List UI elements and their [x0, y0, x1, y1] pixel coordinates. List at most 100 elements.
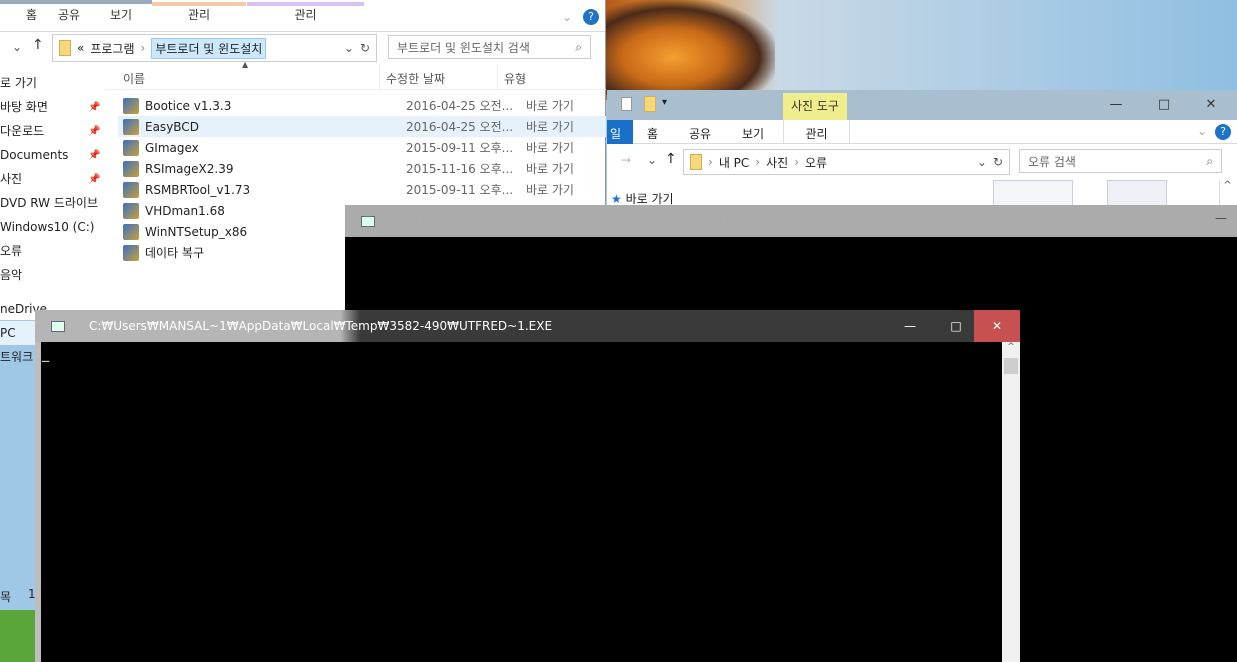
file-name: RSMBRTool_v1.73: [145, 182, 251, 197]
console-icon: [51, 320, 65, 332]
close-button[interactable]: ✕: [974, 310, 1020, 342]
maximize-button[interactable]: □: [1142, 90, 1186, 120]
refresh-icon[interactable]: ↻: [360, 41, 370, 55]
star-icon: ★: [611, 192, 622, 206]
tab-share[interactable]: 공유: [40, 6, 98, 31]
address-dropdown-icon[interactable]: ⌄: [977, 155, 987, 169]
nav-quick-access[interactable]: 로 가기: [0, 71, 105, 95]
folder-icon: [59, 40, 71, 56]
file-row[interactable]: RSImageX2.39 2015-11-16 오후... 바로 가기: [118, 158, 606, 179]
shortcut-icon: [123, 160, 139, 177]
search-box[interactable]: 부트로더 및 윈도설치 검색 ⌕: [388, 35, 591, 59]
search-placeholder: 부트로더 및 윈도설치 검색: [397, 40, 530, 55]
desktop-wallpaper-grass: [0, 610, 35, 662]
breadcrumb-current[interactable]: 부트로더 및 윈도설치: [151, 37, 267, 59]
console-cursor: _: [42, 348, 50, 362]
close-button[interactable]: ✕: [1189, 90, 1233, 120]
search-icon: ⌕: [575, 39, 582, 54]
up-arrow-icon[interactable]: ↑: [665, 151, 677, 167]
file-type: 바로 가기: [526, 162, 574, 176]
shortcut-icon: [123, 118, 139, 135]
file-date: 2015-09-11 오후...: [406, 141, 514, 155]
minimize-button[interactable]: —: [887, 310, 933, 342]
search-icon: ⌕: [1206, 153, 1213, 168]
file-date: 2016-04-25 오전...: [406, 99, 514, 113]
file-date: 2015-11-16 오후...: [406, 162, 514, 176]
column-headers: 이름 ▲ 수정한 날짜 유형: [105, 60, 606, 90]
pin-icon: 📌: [88, 150, 101, 161]
shortcut-icon: [123, 244, 139, 261]
shortcut-icon: [123, 223, 139, 240]
maximize-button[interactable]: □: [933, 310, 979, 342]
help-icon[interactable]: ?: [583, 9, 599, 25]
tab-share[interactable]: 공유: [689, 125, 711, 142]
file-date: 2016-04-25 오전...: [406, 120, 514, 134]
file-name: RSImageX2.39: [145, 161, 234, 176]
file-type: 바로 가기: [526, 141, 574, 155]
console-window-front: C:₩Users₩MANSAL~1₩AppData₩Local₩Temp₩358…: [35, 310, 1020, 662]
column-name[interactable]: 이름: [123, 70, 145, 87]
ribbon-expand-icon[interactable]: ⌄: [562, 10, 572, 24]
tab-manage-shortcut[interactable]: 관리: [152, 2, 246, 31]
minimize-button[interactable]: —: [1215, 211, 1227, 225]
breadcrumb-overflow[interactable]: «: [77, 41, 84, 55]
quick-access-dropdown-icon[interactable]: ▾: [662, 97, 667, 108]
nav-music[interactable]: 음악: [0, 263, 105, 287]
address-bar[interactable]: « 프로그램 › 부트로더 및 윈도설치 ⌄ ↻: [52, 34, 377, 62]
address-bar[interactable]: › 내 PC › 사진 › 오류 ⌄ ↻: [683, 149, 1010, 175]
tab-view[interactable]: 보기: [742, 125, 764, 142]
breadcrumb-pictures[interactable]: 사진: [766, 154, 788, 171]
breadcrumb-this-pc[interactable]: 내 PC: [719, 154, 749, 171]
shortcut-icon: [123, 181, 139, 198]
up-arrow-icon[interactable]: ↑: [32, 37, 44, 53]
file-date: 2015-09-11 오후...: [406, 183, 514, 197]
nav-error[interactable]: 오류: [0, 239, 105, 263]
scroll-up-icon[interactable]: ^: [1002, 342, 1020, 358]
pin-icon: 📌: [88, 102, 101, 113]
file-type: 바로 가기: [526, 99, 574, 113]
tab-home[interactable]: 홈: [647, 125, 658, 142]
forward-arrow-icon[interactable]: →: [621, 153, 631, 167]
recent-dropdown-icon[interactable]: ⌄: [647, 153, 657, 167]
column-type[interactable]: 유형: [497, 64, 532, 90]
breadcrumb-error[interactable]: 오류: [805, 154, 827, 171]
vertical-scrollbar[interactable]: ^: [1002, 342, 1020, 662]
file-row[interactable]: EasyBCD 2016-04-25 오전... 바로 가기: [118, 116, 606, 137]
file-name: Bootice v1.3.3: [145, 98, 232, 113]
column-date[interactable]: 수정한 날짜: [379, 64, 451, 90]
file-name: EasyBCD: [145, 119, 199, 134]
nav-c-drive[interactable]: Windows10 (C:): [0, 215, 105, 239]
tab-view[interactable]: 보기: [92, 6, 150, 31]
folder-icon[interactable]: [644, 96, 656, 115]
status-items-label: 목: [0, 590, 12, 604]
file-row[interactable]: GImagex 2015-09-11 오후... 바로 가기: [118, 137, 606, 158]
refresh-icon[interactable]: ↻: [993, 155, 1003, 169]
folder-icon: [690, 154, 702, 170]
address-dropdown-icon[interactable]: ⌄: [344, 41, 354, 55]
minimize-button[interactable]: —: [1094, 90, 1138, 120]
tab-manage[interactable]: 관리: [783, 120, 850, 144]
breadcrumb-programs[interactable]: 프로그램: [90, 40, 134, 57]
file-name: GImagex: [145, 140, 199, 155]
tab-file[interactable]: 일: [607, 120, 633, 144]
title-bar: ▾ 사진 도구 — □ ✕: [607, 90, 1237, 120]
ribbon-expand-icon[interactable]: ⌄: [1197, 124, 1207, 138]
help-icon[interactable]: ?: [1215, 124, 1231, 140]
shortcut-icon: [123, 139, 139, 156]
properties-icon[interactable]: [621, 97, 632, 111]
tab-manage-app[interactable]: 관리: [247, 2, 364, 31]
wallpaper-butterfly: [605, 0, 775, 95]
console-icon: [361, 215, 375, 227]
recent-dropdown-icon[interactable]: ⌄: [12, 40, 22, 54]
file-row[interactable]: RSMBRTool_v1.73 2015-09-11 오후... 바로 가기: [118, 179, 606, 200]
pin-icon: 📌: [88, 174, 101, 185]
file-type: 바로 가기: [526, 183, 574, 197]
scroll-thumb[interactable]: [1004, 358, 1018, 374]
shortcut-icon: [123, 97, 139, 114]
window-title: C:₩Users₩MANSAL~1₩AppData₩Local₩Temp₩358…: [89, 319, 553, 333]
file-row[interactable]: Bootice v1.3.3 2016-04-25 오전... 바로 가기: [118, 95, 606, 116]
search-box[interactable]: 오류 검색 ⌕: [1019, 149, 1222, 173]
sort-ascending-icon: ▲: [242, 60, 249, 69]
nav-dvd-drive[interactable]: DVD RW 드라이브: [0, 191, 105, 215]
tab-picture-tools[interactable]: 사진 도구: [783, 93, 847, 120]
